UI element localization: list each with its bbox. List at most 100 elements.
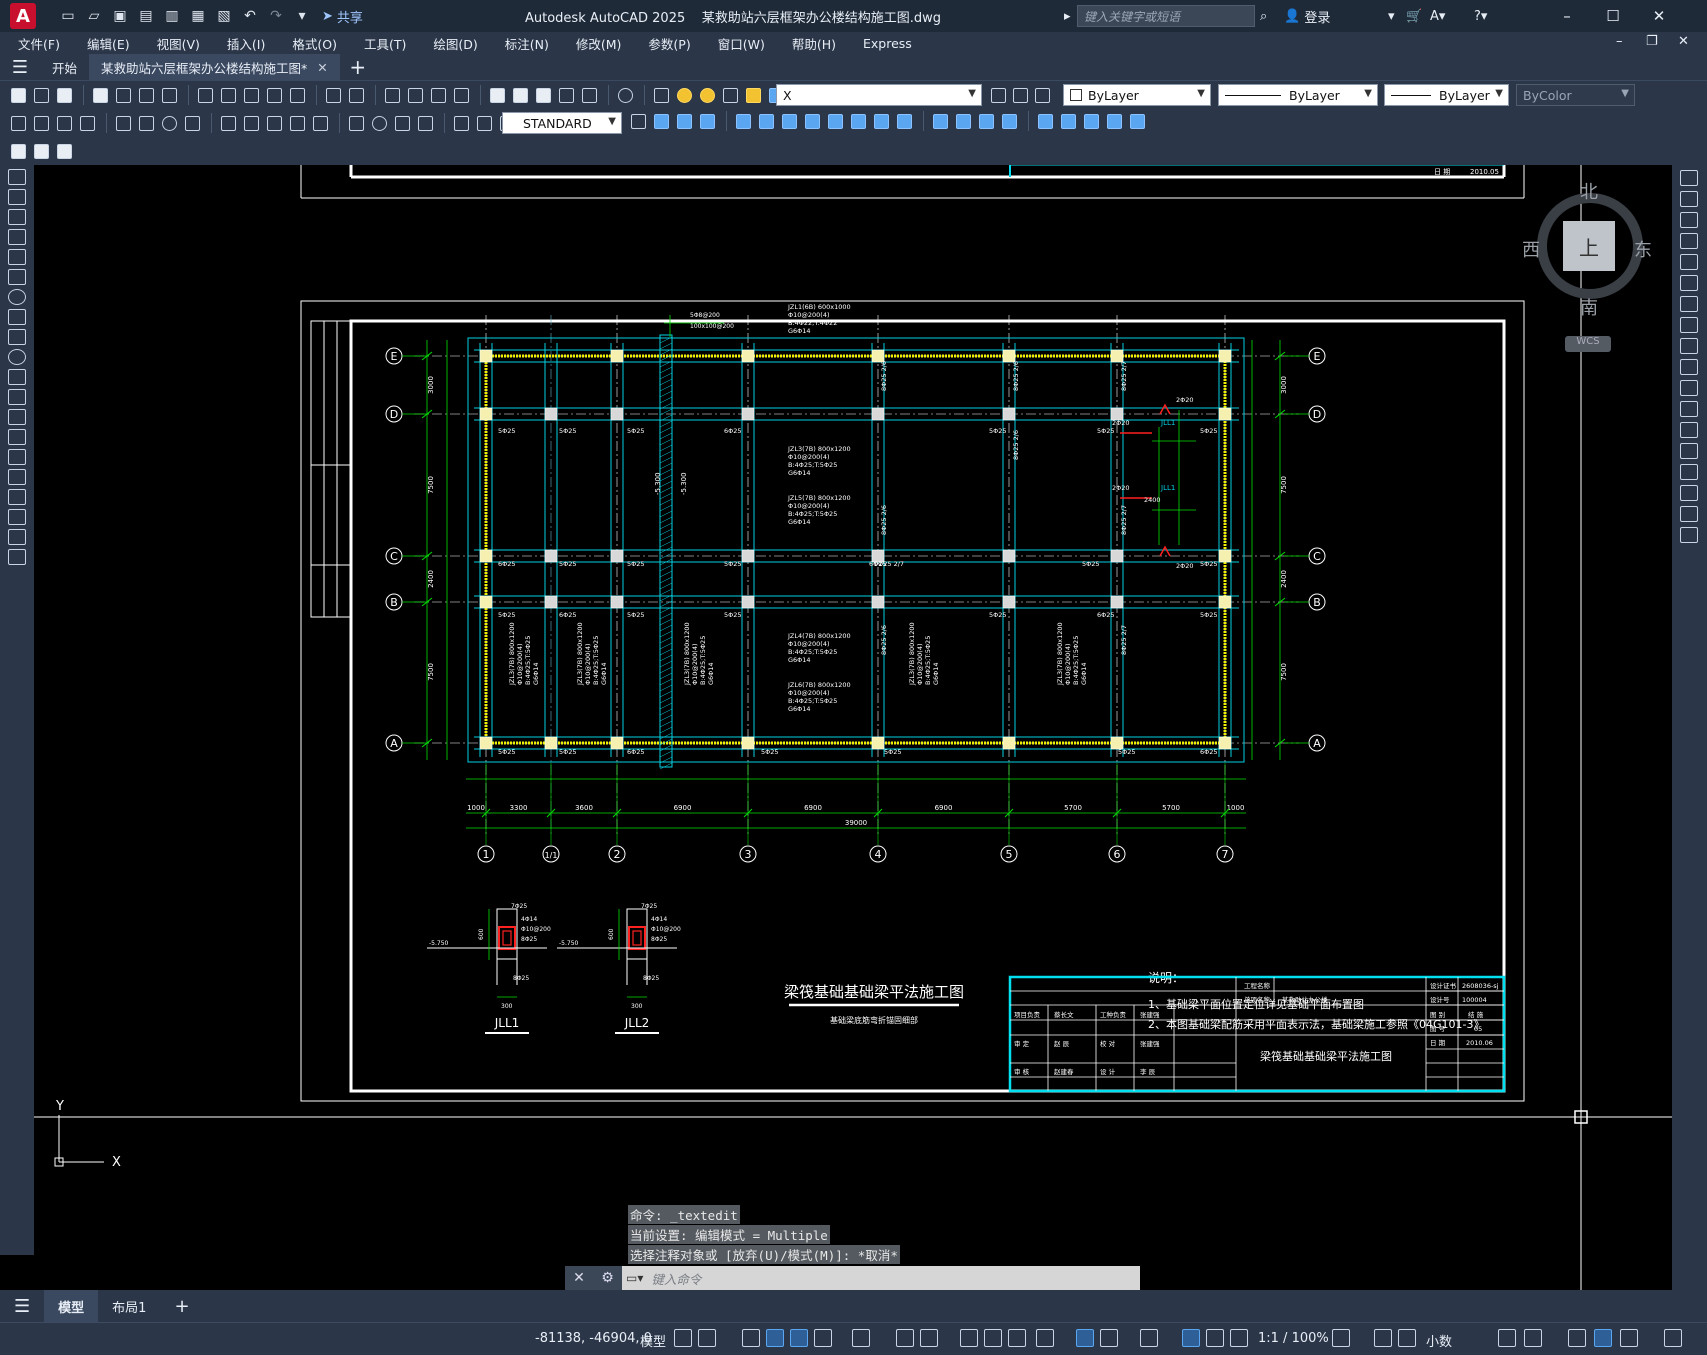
- customization-icon[interactable]: [1664, 1329, 1682, 1347]
- open-file-icon[interactable]: ▱: [84, 6, 104, 26]
- linetype-dropdown[interactable]: ByLayer ▼: [1218, 84, 1378, 106]
- ordinate-icon[interactable]: [77, 113, 97, 133]
- save-tb-icon[interactable]: [54, 85, 74, 105]
- inspection-icon[interactable]: [392, 113, 412, 133]
- 3d-osnap-icon[interactable]: [1036, 1329, 1054, 1347]
- insert-block-icon[interactable]: [8, 389, 26, 405]
- new-tab-button[interactable]: +: [340, 55, 376, 79]
- stretch-icon[interactable]: [1680, 338, 1698, 354]
- make-current-layer-icon[interactable]: [988, 85, 1008, 105]
- share-button[interactable]: ➤ 共享: [322, 7, 363, 26]
- menu-draw[interactable]: 绘图(D): [415, 34, 486, 53]
- block-insert-icon[interactable]: [8, 141, 28, 161]
- autodesk-app-icon[interactable]: A▾: [1430, 5, 1445, 27]
- menu-dimension[interactable]: 标注(N): [487, 34, 558, 53]
- match-properties-icon[interactable]: [264, 85, 284, 105]
- dim-text-edit-icon[interactable]: [474, 113, 494, 133]
- rectangle-icon[interactable]: [8, 249, 26, 265]
- zoom-realtime-icon[interactable]: [405, 85, 425, 105]
- se-iso-icon[interactable]: [825, 111, 845, 131]
- trim-icon[interactable]: [1680, 359, 1698, 375]
- add-layout-button[interactable]: +: [160, 1290, 203, 1322]
- dynamic-input-icon[interactable]: [766, 1329, 784, 1347]
- compass-south[interactable]: 南: [1580, 294, 1598, 320]
- break-icon[interactable]: [1680, 422, 1698, 438]
- ucs-origin-icon[interactable]: [1081, 111, 1101, 131]
- ucs-zaxis-icon[interactable]: [1104, 111, 1124, 131]
- array-icon[interactable]: [1680, 254, 1698, 270]
- login-dropdown-icon[interactable]: ▾: [1388, 5, 1395, 27]
- tab-close-icon[interactable]: ✕: [317, 60, 327, 75]
- menu-file[interactable]: 文件(F): [0, 34, 69, 53]
- tab-layout1[interactable]: 布局1: [98, 1290, 160, 1322]
- tool-palettes-icon[interactable]: [533, 85, 553, 105]
- copy-icon[interactable]: [218, 85, 238, 105]
- compass-east[interactable]: 东: [1634, 236, 1652, 262]
- jogged-icon[interactable]: [136, 113, 156, 133]
- quick-properties-icon[interactable]: [1498, 1329, 1516, 1347]
- extend-icon[interactable]: [1680, 380, 1698, 396]
- layer-previous-icon[interactable]: [1010, 85, 1030, 105]
- annotation-visibility-icon[interactable]: [1182, 1329, 1200, 1347]
- layout-list-icon[interactable]: ☰: [0, 1290, 44, 1322]
- mtext-icon[interactable]: [8, 529, 26, 545]
- rotate-icon[interactable]: [1680, 296, 1698, 312]
- ucs-object-icon[interactable]: [1035, 111, 1055, 131]
- tab-drawing[interactable]: 某救助站六层框架办公楼结构施工图* ✕: [89, 53, 340, 81]
- layer-viewport-icon[interactable]: [720, 85, 740, 105]
- doc-close-button[interactable]: ✕: [1678, 34, 1689, 49]
- view-front-icon[interactable]: [756, 111, 776, 131]
- save-as-icon[interactable]: ▤: [136, 6, 156, 26]
- customize-icon[interactable]: ⚙: [601, 1270, 614, 1286]
- search-icon[interactable]: ⌕: [1260, 5, 1267, 27]
- object-snap-icon[interactable]: [920, 1329, 938, 1347]
- hardware-accel-icon[interactable]: [1594, 1329, 1612, 1347]
- pdf-icon[interactable]: [159, 85, 179, 105]
- coordinates-readout[interactable]: -81138, -46904, 0: [535, 1331, 652, 1346]
- doc-restore-button[interactable]: ❐: [1646, 34, 1658, 49]
- offset-icon[interactable]: [1680, 233, 1698, 249]
- polar-icon[interactable]: [814, 1329, 832, 1347]
- doc-minimize-button[interactable]: –: [1616, 34, 1623, 49]
- close-button[interactable]: ✕: [1636, 0, 1682, 32]
- new-file-icon[interactable]: ▭: [58, 6, 78, 26]
- view-bottom-icon[interactable]: [674, 111, 694, 131]
- model-space-toggle[interactable]: 模型: [640, 1331, 666, 1350]
- polyline-icon[interactable]: [8, 209, 26, 225]
- layer-dropdown[interactable]: X ▼: [776, 84, 982, 106]
- color-dropdown[interactable]: ByLayer ▼: [1063, 84, 1211, 106]
- zoom-previous-icon[interactable]: [451, 85, 471, 105]
- ucs-world-icon[interactable]: [953, 111, 973, 131]
- view-back-icon[interactable]: [779, 111, 799, 131]
- ucs-icon[interactable]: [930, 111, 950, 131]
- ucs-previous-icon[interactable]: [976, 111, 996, 131]
- plot-icon[interactable]: ▧: [214, 6, 234, 26]
- selection-cycling-icon[interactable]: [1008, 1329, 1026, 1347]
- selection-filter-icon[interactable]: [1100, 1329, 1118, 1347]
- block-write-icon[interactable]: [54, 141, 74, 161]
- hamburger-menu-icon[interactable]: ☰: [0, 54, 40, 81]
- ellipse-arc-icon[interactable]: [8, 369, 26, 385]
- open-icon[interactable]: [31, 85, 51, 105]
- redo-tb-icon[interactable]: [346, 85, 366, 105]
- arc-length-icon[interactable]: [54, 113, 74, 133]
- dim-style-dropdown[interactable]: STANDARD ▼: [502, 112, 622, 134]
- arc-icon[interactable]: [8, 269, 26, 285]
- diameter-icon[interactable]: [159, 113, 179, 133]
- transparency-icon[interactable]: [984, 1329, 1002, 1347]
- cut-icon[interactable]: [195, 85, 215, 105]
- dim-space-icon[interactable]: [287, 113, 307, 133]
- break-point-icon[interactable]: [1680, 401, 1698, 417]
- auto-scale-icon[interactable]: [1206, 1329, 1224, 1347]
- sheet-set-icon[interactable]: [556, 85, 576, 105]
- spline-icon[interactable]: [8, 329, 26, 345]
- annotation-scale[interactable]: 1:1 / 100%: [1258, 1331, 1329, 1346]
- quick-dim-icon[interactable]: [218, 113, 238, 133]
- compass-north[interactable]: 北: [1580, 178, 1598, 204]
- dim-edit-icon[interactable]: [451, 113, 471, 133]
- grid-icon[interactable]: [674, 1329, 692, 1347]
- wcs-menu[interactable]: WCS: [1565, 336, 1611, 352]
- tab-model[interactable]: 模型: [44, 1290, 99, 1322]
- web-mobile-icon[interactable]: ▥: [162, 6, 182, 26]
- open-web-icon[interactable]: ▦: [188, 6, 208, 26]
